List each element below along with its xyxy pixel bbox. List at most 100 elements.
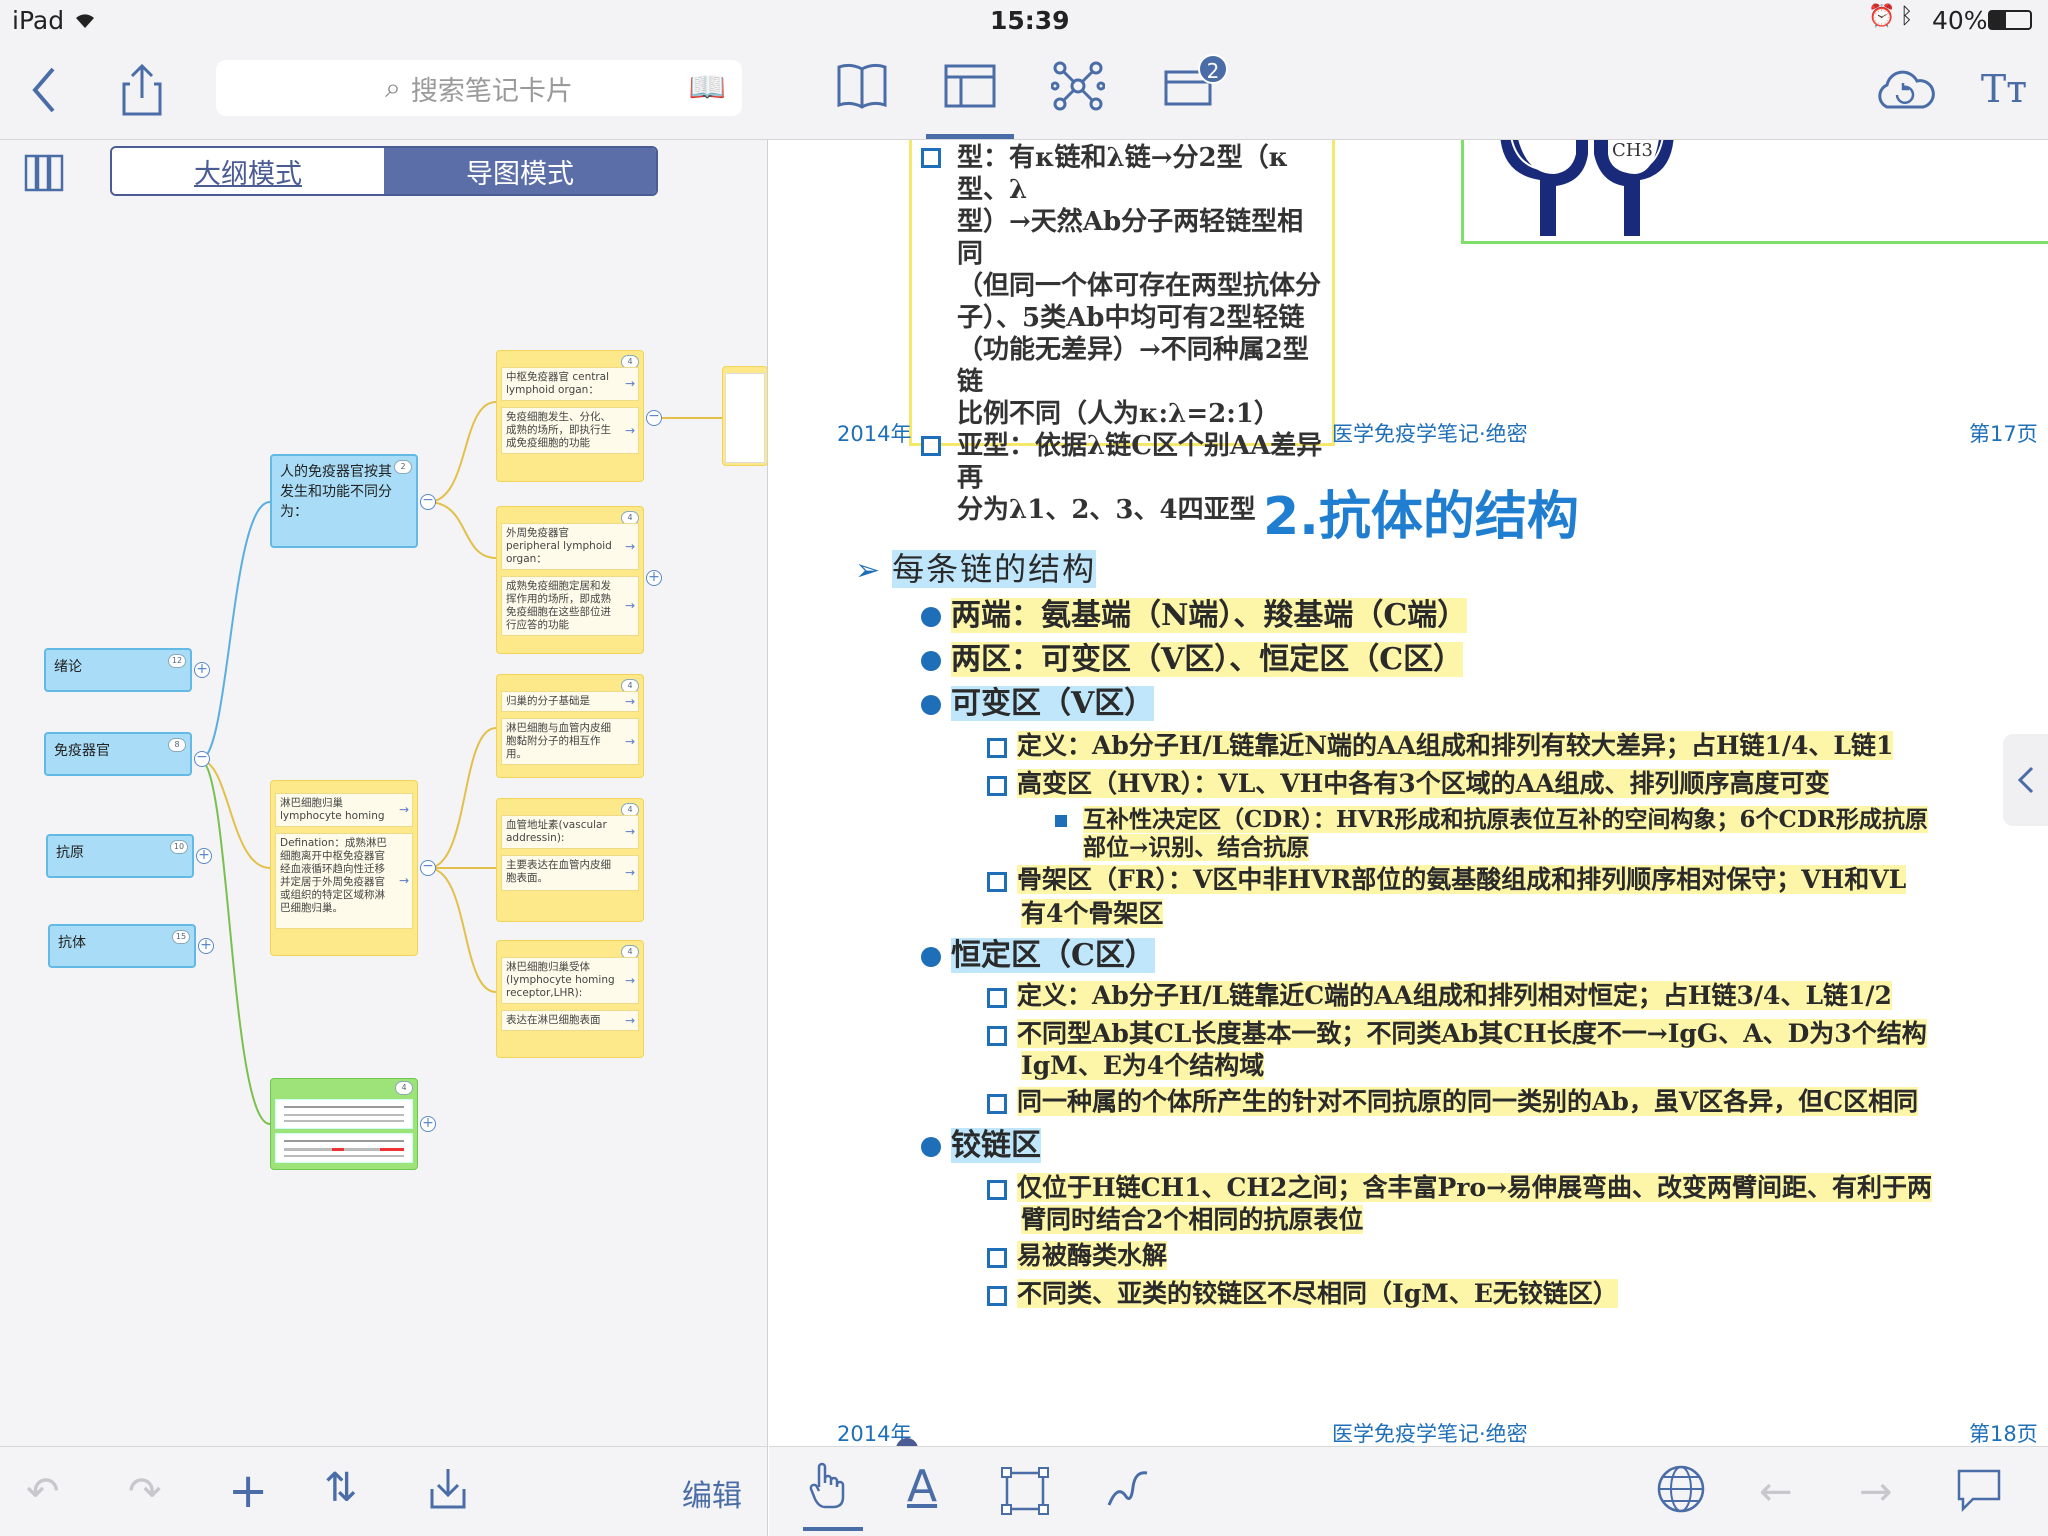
link-arrow-icon[interactable]: → — [625, 377, 635, 391]
doc-line-text: 骨架区（FR）：V区中非HVR部位的氨基酸组成和排列顺序相对保守；VH和VL — [1017, 865, 1907, 894]
library-icon[interactable] — [834, 58, 890, 114]
mindmap-node-homing[interactable]: 淋巴细胞归巢 lymphocyte homing → Defination：成熟淋… — [270, 780, 418, 956]
link-arrow-icon[interactable]: → — [625, 866, 635, 880]
collapse-icon[interactable]: − — [646, 409, 662, 426]
document-bottom-toolbar: A ← → — [769, 1446, 2048, 1536]
expand-icon[interactable]: + — [194, 662, 210, 678]
thumbnail-image — [275, 1099, 413, 1129]
doc-line: 铰链区 — [921, 1120, 1041, 1164]
link-arrow-icon[interactable]: → — [625, 424, 635, 437]
mindmap-node-organ-types[interactable]: 人的免疫器官按其发生和功能不同分为： 2 — [270, 454, 418, 548]
hand-tool-icon[interactable] — [807, 1461, 847, 1513]
doc-line-text: 恒定区（C区） — [951, 938, 1155, 973]
doc-line: 恒定区（C区） — [921, 930, 1155, 974]
link-arrow-icon[interactable]: → — [625, 1014, 635, 1027]
link-arrow-icon[interactable]: → — [399, 874, 409, 888]
node-label: 抗原 — [56, 845, 84, 861]
lightchain-text: 型：有κ链和λ链→分2型（κ型、λ 型）→天然Ab分子两轻链型相同 （但同一个体… — [921, 142, 1327, 526]
mindmap-node-antigen[interactable]: 抗原 10 — [46, 834, 194, 878]
mindmap-node-organs[interactable]: 免疫器官 8 — [44, 732, 192, 776]
checkbox-icon — [987, 1025, 1007, 1046]
card-title: 归巢的分子基础是 → — [501, 691, 639, 712]
expand-icon[interactable]: + — [198, 938, 214, 954]
back-icon[interactable] — [24, 62, 64, 118]
card-detail-text: 淋巴细胞与血管内皮细胞黏附分子的相互作用。 — [506, 722, 611, 760]
bullet-icon — [921, 651, 941, 671]
text-line: 子）、5类Ab中均可有2型轻链 — [957, 303, 1305, 333]
card-view-icon[interactable] — [942, 58, 998, 114]
next-arrow-icon[interactable]: → — [1859, 1469, 1893, 1515]
text-tool-icon[interactable]: A — [907, 1461, 937, 1512]
clock: 15:39 — [990, 6, 1070, 35]
footer-title: 医学免疫学笔记·绝密 — [1332, 1422, 1528, 1446]
font-size-icon[interactable]: Tт — [1976, 66, 2032, 112]
link-arrow-icon[interactable]: → — [625, 974, 635, 987]
node-title-text: 淋巴细胞归巢 lymphocyte homing — [280, 797, 385, 822]
search-input[interactable]: ⌕ 搜索笔记卡片 📖 — [216, 60, 742, 116]
comment-icon[interactable] — [1955, 1467, 2003, 1517]
doc-line-text: 可变区（V区） — [951, 686, 1155, 721]
collapse-icon[interactable]: − — [420, 859, 436, 876]
import-icon[interactable] — [428, 1465, 468, 1515]
search-icon: ⌕ — [385, 71, 401, 104]
pen-tool-icon[interactable] — [1103, 1465, 1153, 1519]
mindmap-card-partial[interactable] — [722, 366, 767, 466]
checkbox-icon — [987, 987, 1007, 1008]
expand-icon[interactable]: + — [196, 848, 212, 864]
redo-icon[interactable]: ↷ — [128, 1469, 162, 1515]
link-arrow-icon[interactable]: → — [625, 695, 635, 708]
outline-bottom-toolbar: ↶ ↷ + ⇅ 编辑 — [0, 1446, 768, 1536]
mindmap-card-homing-basis[interactable]: 4 归巢的分子基础是 → 淋巴细胞与血管内皮细胞黏附分子的相互作用。 → — [496, 674, 644, 778]
device-name: iPad — [12, 6, 65, 35]
doc-line-text: 部位→识别、结合抗原 — [1083, 834, 1310, 861]
previous-arrow-icon[interactable]: ← — [1759, 1469, 1793, 1515]
mindmap-card-central[interactable]: 4 中枢免疫器官 central lymphoid organ： → 免疫细胞发生… — [496, 350, 644, 482]
mindmap-node-intro[interactable]: 绪论 12 — [44, 648, 192, 692]
node-label: 免疫器官 — [54, 743, 110, 759]
link-arrow-icon[interactable]: → — [625, 735, 635, 748]
link-arrow-icon[interactable]: → — [625, 599, 635, 613]
doc-line-text: 不同类、亚类的铰链区不尽相同（IgM、E无铰链区） — [1017, 1279, 1618, 1308]
expand-icon[interactable]: + — [646, 570, 662, 586]
mindmap-card-peripheral[interactable]: 4 外周免疫器官 peripheral lymphoid organ： → 成熟免… — [496, 506, 644, 654]
select-rect-icon[interactable] — [1001, 1467, 1049, 1519]
edit-button[interactable]: 编辑 — [682, 1471, 742, 1515]
battery-percent: 40% — [1932, 6, 1988, 35]
card-title: 淋巴细胞归巢受体 (lymphocyte homing receptor,LHR… — [501, 957, 639, 1004]
link-arrow-icon[interactable]: → — [625, 825, 635, 839]
doc-line: 可变区（V区） — [921, 678, 1155, 722]
cloud-sync-icon[interactable] — [1872, 64, 1936, 114]
card-title: 外周免疫器官 peripheral lymphoid organ： → — [501, 523, 639, 570]
side-panel-toggle[interactable] — [2003, 734, 2048, 826]
node-badge: 15 — [172, 930, 190, 944]
card-detail: 淋巴细胞与血管内皮细胞黏附分子的相互作用。 → — [501, 718, 639, 765]
doc-line: 臂同时结合2个相同的抗原表位 — [1021, 1200, 1364, 1236]
undo-icon[interactable]: ↶ — [26, 1469, 60, 1515]
mindmap-node-antibody[interactable]: 抗体 15 — [48, 924, 196, 968]
doc-line: 同一种属的个体所产生的针对不同抗原的同一类别的Ab，虽V区各异，但C区相同 — [987, 1082, 1919, 1118]
doc-line: 两端：氨基端（N端）、羧基端（C端） — [921, 590, 1468, 634]
sort-icon[interactable]: ⇅ — [324, 1465, 358, 1511]
collapse-icon[interactable]: − — [194, 750, 210, 767]
web-icon[interactable] — [1655, 1463, 1707, 1519]
mindmap-card-lhr[interactable]: 4 淋巴细胞归巢受体 (lymphocyte homing receptor,L… — [496, 940, 644, 1058]
tabs-count-badge: 2 — [1198, 54, 1228, 84]
collapse-icon[interactable]: − — [420, 493, 436, 510]
node-detail-text: Defination：成熟淋巴细胞离开中枢免疫器官经血液循环趋向性迁移并定居于外… — [280, 837, 387, 914]
link-arrow-icon[interactable]: → — [399, 803, 409, 817]
bullet-icon — [921, 695, 941, 715]
doc-line: 不同型Ab其CL长度基本一致；不同类Ab其CH长度不一→IgG、A、D为3个结构 — [987, 1014, 1927, 1050]
mindmap-icon[interactable] — [1050, 58, 1106, 114]
link-arrow-icon[interactable]: → — [625, 540, 635, 553]
card-detail-text: 免疫细胞发生、分化、成熟的场所，即执行生成免疫细胞的功能 — [506, 411, 611, 449]
add-node-icon[interactable]: + — [228, 1463, 268, 1519]
mindmap-card-addressin[interactable]: 4 血管地址素(vascular addressin): → 主要表达在血管内皮细… — [496, 798, 644, 922]
antibody-figure: CH3 — [1461, 140, 2048, 244]
expand-icon[interactable]: + — [420, 1116, 436, 1132]
book-icon[interactable]: 📖 — [689, 70, 726, 105]
card-title-text: 血管地址素(vascular addressin): — [506, 819, 607, 844]
mindmap-node-image-card[interactable]: 4 — [270, 1078, 418, 1170]
bullet-icon — [921, 607, 941, 627]
doc-line-text: 定义：Ab分子H/L链靠近N端的AA组成和排列有较大差异；占H链1/4、L链1 — [1017, 731, 1894, 760]
share-icon[interactable] — [118, 60, 166, 120]
